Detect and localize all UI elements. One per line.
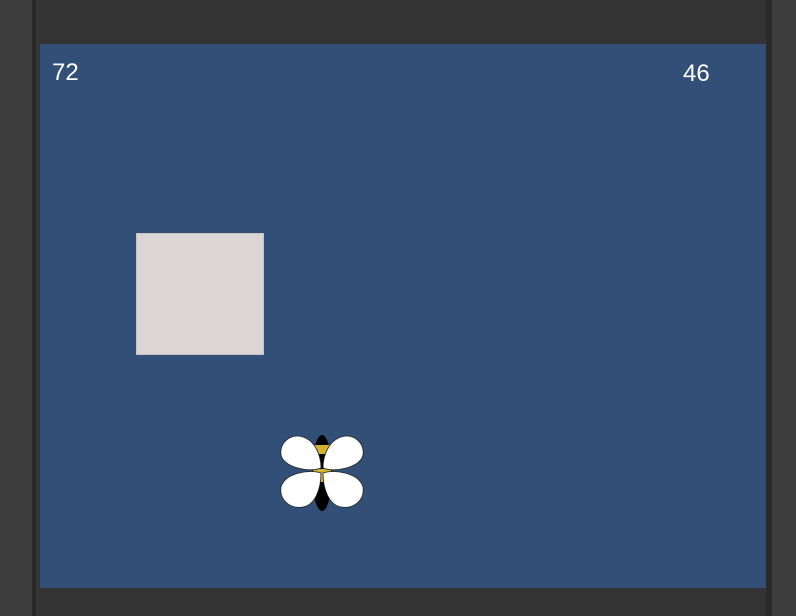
game-canvas[interactable]: 72 46 <box>40 44 766 588</box>
window-frame-right <box>766 0 796 616</box>
bee-icon[interactable] <box>279 433 365 513</box>
hud-left-counter: 72 <box>52 59 79 86</box>
obstacle-block <box>136 233 264 355</box>
window-frame-top <box>40 0 766 44</box>
hud-right-counter: 46 <box>683 60 710 87</box>
window-frame-left <box>0 0 40 616</box>
window-frame-bottom <box>40 588 766 616</box>
